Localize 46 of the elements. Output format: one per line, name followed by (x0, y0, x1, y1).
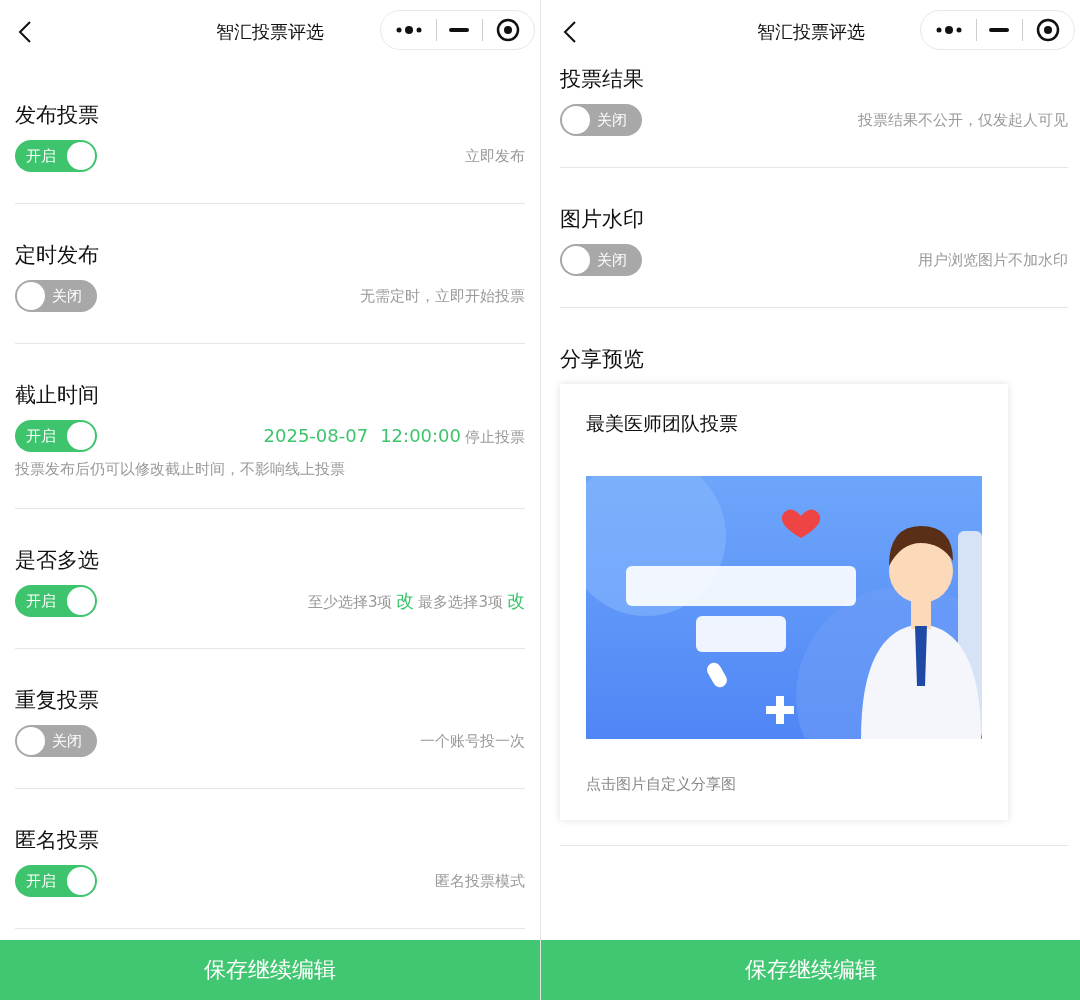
more-icon[interactable] (935, 25, 964, 35)
setting-hint: 匿名投票模式 (435, 871, 525, 891)
setting-hint: 无需定时，立即开始投票 (360, 286, 525, 306)
toggle-switch[interactable]: 关闭 (560, 104, 642, 136)
setting-hint: 投票结果不公开，仅发起人可见 (858, 110, 1068, 130)
setting-hint: 用户浏览图片不加水印 (918, 250, 1068, 270)
deadline-note: 投票发布后仍可以修改截止时间，不影响线上投票 (15, 459, 346, 480)
image-caption: 点击图片自定义分享图 (586, 775, 737, 794)
setting-hint: 一个账号投一次 (420, 731, 525, 751)
minimize-icon[interactable] (989, 28, 1010, 32)
back-icon[interactable] (563, 20, 577, 44)
minimize-icon[interactable] (449, 28, 470, 32)
deadline-time[interactable]: 12:00:00 (380, 425, 461, 446)
toggle-switch[interactable]: 关闭 (560, 244, 642, 276)
edit-link[interactable]: 改 (396, 589, 415, 613)
edit-link[interactable]: 改 (507, 589, 525, 613)
setting-label: 匿名投票 (15, 827, 100, 853)
deadline-date[interactable]: 2025-08-07 (263, 425, 369, 446)
page-title: 智汇投票评选 (216, 20, 324, 44)
toggle-switch[interactable]: 开启 (15, 140, 97, 172)
toggle-switch[interactable]: 开启 (15, 585, 97, 617)
setting-label: 定时发布 (15, 242, 100, 268)
close-icon[interactable] (495, 18, 520, 42)
close-icon[interactable] (1035, 18, 1060, 42)
setting-label: 图片水印 (560, 206, 645, 232)
setting-label: 发布投票 (15, 102, 100, 128)
card-title: 最美医师团队投票 (586, 411, 739, 436)
save-button[interactable]: 保存继续编辑 (0, 940, 540, 1000)
back-icon[interactable] (18, 20, 32, 44)
page-title: 智汇投票评选 (756, 20, 865, 44)
save-button[interactable]: 保存继续编辑 (541, 940, 1080, 1000)
setting-hint: 立即发布 (465, 146, 525, 166)
section-label: 分享预览 (560, 346, 645, 372)
min-choice-text: 至少选择3项 (307, 593, 393, 612)
toggle-switch[interactable]: 开启 (15, 420, 97, 452)
setting-label: 截止时间 (15, 382, 100, 408)
toggle-switch[interactable]: 关闭 (15, 725, 97, 757)
deadline-suffix: 停止投票 (465, 428, 525, 447)
setting-label: 投票结果 (560, 66, 645, 92)
setting-label: 重复投票 (15, 687, 100, 713)
more-icon[interactable] (395, 25, 424, 35)
setting-label: 是否多选 (15, 547, 100, 573)
share-card[interactable]: 最美医师团队投票 点击图片自定义分享图 (560, 384, 1008, 820)
toggle-switch[interactable]: 开启 (15, 865, 97, 897)
max-choice-text: 最多选择3项 (418, 593, 503, 612)
toggle-switch[interactable]: 关闭 (15, 280, 97, 312)
